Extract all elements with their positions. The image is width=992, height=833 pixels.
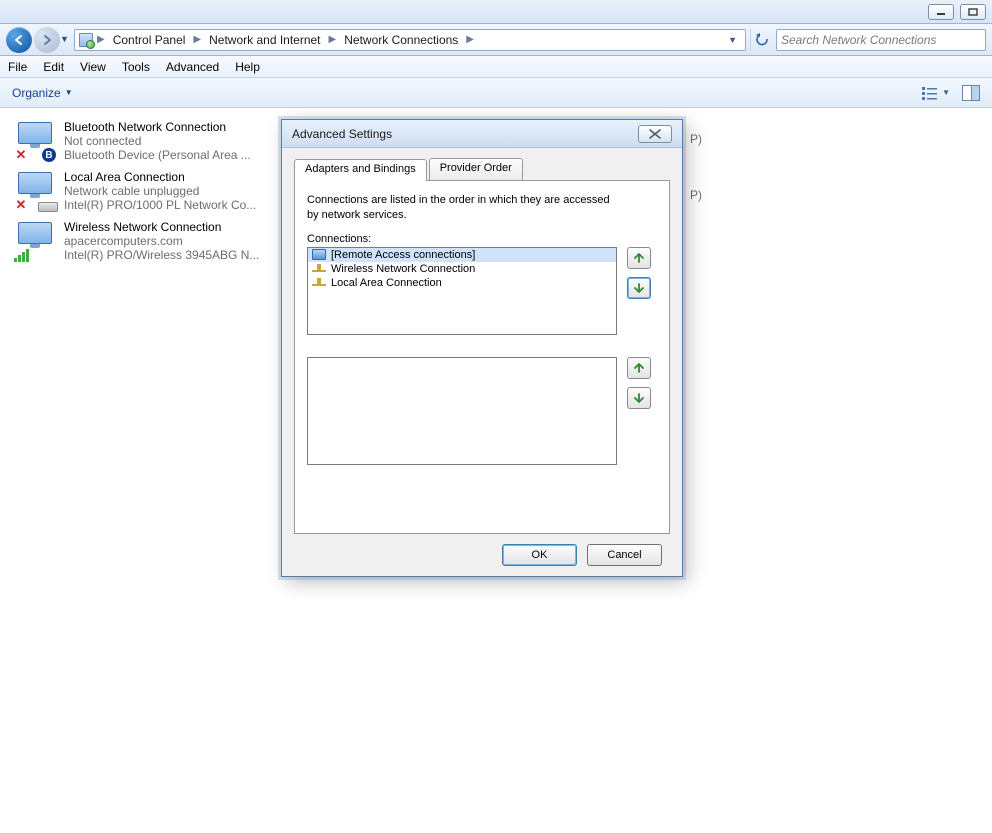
list-item-label: Wireless Network Connection: [331, 263, 475, 275]
connections-label: Connections:: [307, 233, 657, 245]
menu-edit[interactable]: Edit: [43, 60, 64, 74]
connection-device: Bluetooth Device (Personal Area ...: [64, 148, 266, 162]
error-x-icon: ✕: [14, 198, 28, 212]
view-options-button[interactable]: ▼: [922, 86, 950, 100]
back-button[interactable]: [6, 27, 32, 53]
list-item-label: Local Area Connection: [331, 277, 442, 289]
network-icon: [312, 277, 326, 289]
connections-listbox[interactable]: [Remote Access connections] Wireless Net…: [307, 247, 617, 335]
breadcrumb-item[interactable]: Network Connections: [340, 33, 462, 47]
command-bar: Organize ▼ ▼: [0, 78, 992, 108]
menu-file[interactable]: File: [8, 60, 27, 74]
connection-device: Intel(R) PRO/1000 PL Network Co...: [64, 198, 266, 212]
modem-icon: [312, 249, 326, 260]
chevron-icon: ▶: [95, 34, 107, 45]
dialog-title: Advanced Settings: [292, 127, 392, 141]
location-icon: [79, 33, 93, 47]
minimize-button[interactable]: [928, 4, 954, 20]
connection-status: Network cable unplugged: [64, 184, 266, 198]
menu-tools[interactable]: Tools: [122, 60, 150, 74]
organize-label: Organize: [12, 86, 61, 100]
clipped-text: P): [690, 132, 702, 146]
move-down-button-2[interactable]: [627, 387, 651, 409]
list-item-label: [Remote Access connections]: [331, 249, 475, 261]
address-dropdown[interactable]: ▼: [724, 35, 741, 45]
breadcrumb-item[interactable]: Network and Internet: [205, 33, 324, 47]
ethernet-icon: [38, 202, 58, 212]
preview-pane-button[interactable]: [962, 85, 980, 101]
window-titlebar: [0, 0, 992, 24]
connection-icon: [14, 220, 56, 262]
dialog-titlebar[interactable]: Advanced Settings: [282, 120, 682, 148]
chevron-down-icon: ▼: [65, 88, 73, 97]
tab-adapters-bindings[interactable]: Adapters and Bindings: [294, 159, 427, 181]
connection-item[interactable]: ✕ B Bluetooth Network Connection Not con…: [8, 116, 272, 166]
dialog-close-button[interactable]: [638, 125, 672, 143]
chevron-down-icon: ▼: [942, 88, 950, 97]
connection-title: Bluetooth Network Connection: [64, 120, 266, 134]
connection-title: Local Area Connection: [64, 170, 266, 184]
error-x-icon: ✕: [14, 148, 28, 162]
maximize-button[interactable]: [960, 4, 986, 20]
arrow-down-icon: [633, 392, 645, 404]
forward-button[interactable]: [34, 27, 60, 53]
navigation-bar: ▼ ▶ Control Panel ▶ Network and Internet…: [0, 24, 992, 56]
menu-view[interactable]: View: [80, 60, 106, 74]
move-up-button[interactable]: [627, 247, 651, 269]
arrow-down-icon: [633, 282, 645, 294]
menu-bar: File Edit View Tools Advanced Help: [0, 56, 992, 78]
bindings-listbox[interactable]: [307, 357, 617, 465]
arrow-up-icon: [633, 252, 645, 264]
arrow-up-icon: [633, 362, 645, 374]
tab-provider-order[interactable]: Provider Order: [429, 158, 523, 180]
signal-bars-icon: [14, 248, 29, 262]
connection-status: Not connected: [64, 134, 266, 148]
cancel-button[interactable]: Cancel: [587, 544, 662, 566]
dialog-description: Connections are listed in the order in w…: [307, 193, 617, 223]
connection-item[interactable]: ✕ Local Area Connection Network cable un…: [8, 166, 272, 216]
refresh-button[interactable]: [750, 29, 772, 51]
address-bar[interactable]: ▶ Control Panel ▶ Network and Internet ▶…: [74, 29, 746, 51]
search-placeholder: Search Network Connections: [781, 33, 936, 47]
network-icon: [312, 263, 326, 275]
bluetooth-icon: B: [42, 148, 56, 162]
dialog-tabs: Adapters and Bindings Provider Order: [294, 158, 670, 180]
list-item[interactable]: Wireless Network Connection: [308, 262, 616, 276]
menu-advanced[interactable]: Advanced: [166, 60, 219, 74]
move-down-button[interactable]: [627, 277, 651, 299]
chevron-icon: ▶: [464, 34, 476, 45]
ok-button[interactable]: OK: [502, 544, 577, 566]
connection-title: Wireless Network Connection: [64, 220, 266, 234]
chevron-icon: ▶: [327, 34, 339, 45]
organize-button[interactable]: Organize ▼: [12, 86, 73, 100]
history-dropdown[interactable]: ▼: [60, 34, 69, 44]
breadcrumb-item[interactable]: Control Panel: [109, 33, 190, 47]
menu-help[interactable]: Help: [235, 60, 260, 74]
list-item[interactable]: Local Area Connection: [308, 276, 616, 290]
connection-status: apacercomputers.com: [64, 234, 266, 248]
move-up-button-2[interactable]: [627, 357, 651, 379]
tab-content: Connections are listed in the order in w…: [294, 180, 670, 534]
view-icon: [922, 86, 938, 100]
connection-item[interactable]: Wireless Network Connection apacercomput…: [8, 216, 272, 266]
search-input[interactable]: Search Network Connections: [776, 29, 986, 51]
nav-back-forward: ▼: [6, 26, 70, 54]
close-icon: [648, 129, 662, 139]
advanced-settings-dialog: Advanced Settings Adapters and Bindings …: [281, 119, 683, 577]
connection-icon: ✕ B: [14, 120, 56, 162]
connection-device: Intel(R) PRO/Wireless 3945ABG N...: [64, 248, 266, 262]
connection-icon: ✕: [14, 170, 56, 212]
chevron-icon: ▶: [191, 34, 203, 45]
clipped-text: P): [690, 188, 702, 202]
list-item[interactable]: [Remote Access connections]: [308, 248, 616, 262]
